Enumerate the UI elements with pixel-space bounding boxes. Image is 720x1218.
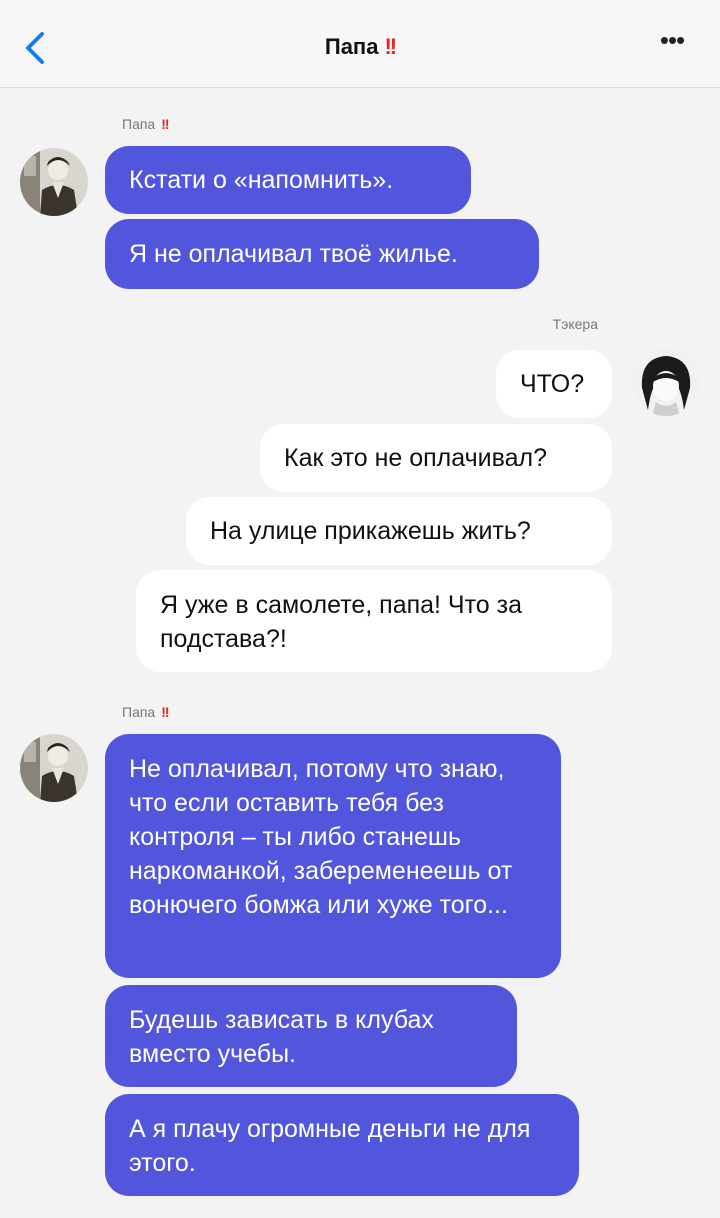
sender-mark: !! [161, 116, 169, 132]
message-bubble-incoming[interactable]: Будешь зависать в клубах вместо учебы. [105, 985, 517, 1087]
message-bubble-outgoing[interactable]: Как это не оплачивал? [260, 424, 612, 492]
message-bubble-incoming[interactable]: Не оплачивал, потому что знаю, что если … [105, 734, 561, 978]
chat-header: Папа!! ••• [0, 0, 720, 88]
message-text: ЧТО? [520, 370, 585, 398]
sender-label: Тэкера [553, 316, 598, 332]
message-text: Я уже в самолете, папа! Что за подстава?… [160, 591, 522, 653]
avatar-tekera-icon [632, 348, 700, 416]
sender-label: Папа!! [122, 116, 170, 132]
message-text: Я не оплачивал твоё жилье. [129, 240, 458, 268]
avatar-papa[interactable] [20, 148, 88, 216]
more-options-icon: ••• [659, 25, 685, 55]
chat-title: Папа!! [0, 34, 720, 60]
message-bubble-outgoing[interactable]: Я уже в самолете, папа! Что за подстава?… [136, 570, 612, 672]
sender-mark: !! [161, 704, 169, 720]
message-text: На улице прикажешь жить? [210, 517, 531, 545]
sender-name: Папа [122, 116, 156, 132]
message-bubble-incoming[interactable]: Кстати о «напомнить». [105, 146, 471, 214]
chat-title-name: Папа [324, 34, 379, 59]
more-options-button[interactable]: ••• [652, 27, 692, 60]
sender-name: Папа [122, 704, 156, 720]
message-text: Как это не оплачивал? [284, 444, 548, 472]
avatar-tekera[interactable] [632, 348, 700, 416]
message-text: Будешь зависать в клубах вместо учебы. [129, 1006, 434, 1068]
avatar-papa-icon [20, 734, 88, 802]
message-text: Не оплачивал, потому что знаю, что если … [129, 755, 513, 919]
message-text: А я плачу огромные деньги не для этого. [129, 1115, 531, 1177]
message-bubble-outgoing[interactable]: На улице прикажешь жить? [186, 497, 612, 565]
message-bubble-incoming[interactable]: Я не оплачивал твоё жилье. [105, 219, 539, 289]
avatar-papa-icon [20, 148, 88, 216]
avatar-papa[interactable] [20, 734, 88, 802]
message-bubble-incoming[interactable]: А я плачу огромные деньги не для этого. [105, 1094, 579, 1196]
message-text: Кстати о «напомнить». [129, 166, 394, 194]
chat-title-mark: !! [384, 34, 397, 59]
sender-name: Тэкера [552, 316, 598, 332]
sender-label: Папа!! [122, 704, 170, 720]
message-bubble-outgoing[interactable]: ЧТО? [496, 350, 612, 418]
